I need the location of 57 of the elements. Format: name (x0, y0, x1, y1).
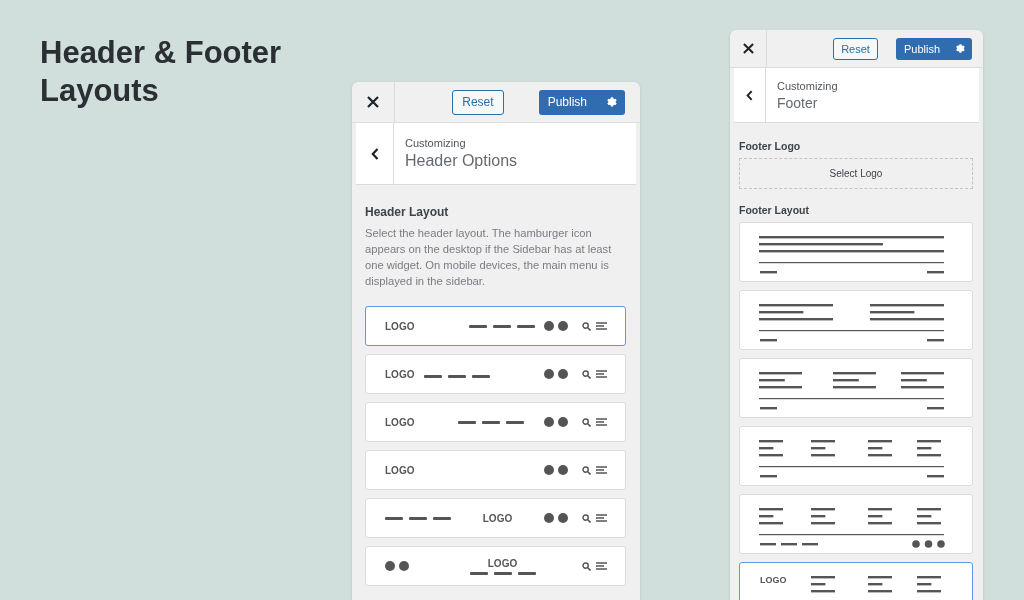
logo-text: LOGO (385, 416, 415, 428)
search-icon (582, 321, 591, 331)
hamburger-icon (596, 562, 607, 570)
search-icon (582, 513, 591, 523)
header-layout-option[interactable]: LOGO (365, 498, 626, 538)
social-dots-icon (544, 465, 568, 475)
search-icon (582, 417, 591, 427)
settings-icon[interactable] (605, 96, 617, 108)
social-dots-icon (544, 513, 568, 523)
logo-text: LOGO (760, 575, 787, 585)
section-heading: Footer Layout (739, 204, 810, 216)
hamburger-icon (596, 418, 607, 426)
header-layout-option[interactable]: LOGO (365, 546, 626, 586)
social-dots-icon (544, 369, 568, 379)
logo-text: LOGO (385, 464, 415, 476)
menu-dashes-icon (469, 571, 536, 575)
social-dots-icon (385, 561, 409, 571)
publish-button[interactable]: Publish (538, 89, 625, 115)
reset-button[interactable]: Reset (833, 37, 878, 60)
header-layout-option[interactable]: LOGO (365, 450, 626, 490)
search-icon (582, 369, 591, 379)
search-icon (582, 465, 591, 475)
publish-button[interactable]: Publish (895, 37, 972, 60)
hamburger-icon (596, 466, 607, 474)
logo-text: LOGO (385, 368, 415, 380)
search-icon (582, 561, 591, 571)
breadcrumb-label: Customizing (777, 79, 838, 92)
menu-dashes-icon (385, 516, 451, 520)
section-title: Header Options (405, 152, 518, 170)
reset-button[interactable]: Reset (452, 89, 504, 115)
social-dots-icon (544, 417, 568, 427)
header-layout-option[interactable]: LOGO (365, 354, 626, 394)
menu-dashes-icon (424, 375, 491, 378)
hamburger-icon (596, 322, 607, 330)
logo-text: LOGO (385, 320, 415, 332)
hamburger-icon (596, 514, 607, 522)
section-heading: Footer Logo (739, 140, 802, 152)
header-layout-option[interactable]: LOGO (365, 306, 626, 346)
breadcrumb-label: Customizing (405, 137, 467, 149)
settings-icon[interactable] (954, 43, 965, 54)
menu-dashes-icon (458, 420, 524, 424)
footer-layout-option[interactable]: LOGO (739, 562, 973, 600)
select-logo-button[interactable]: Select Logo (739, 158, 973, 189)
menu-dashes-icon (469, 324, 535, 328)
logo-text: LOGO (487, 557, 518, 569)
section-title: Footer (777, 94, 819, 111)
header-layout-option[interactable]: LOGO (365, 402, 626, 442)
hamburger-icon (596, 370, 607, 378)
back-icon (746, 89, 753, 101)
close-icon (742, 43, 754, 54)
back-icon (370, 147, 379, 160)
close-icon (367, 96, 379, 108)
section-description: Select the header layout. The hamburger icon appears on the desktop if the Sidebar has at least one widget. On mobile devices, the main menu is displayed in the sidebar. (365, 226, 613, 289)
page-heading: Header & Footer Layouts (40, 34, 283, 110)
section-heading: Header Layout (365, 205, 450, 219)
social-dots-icon (544, 321, 568, 331)
logo-text: LOGO (482, 512, 513, 524)
